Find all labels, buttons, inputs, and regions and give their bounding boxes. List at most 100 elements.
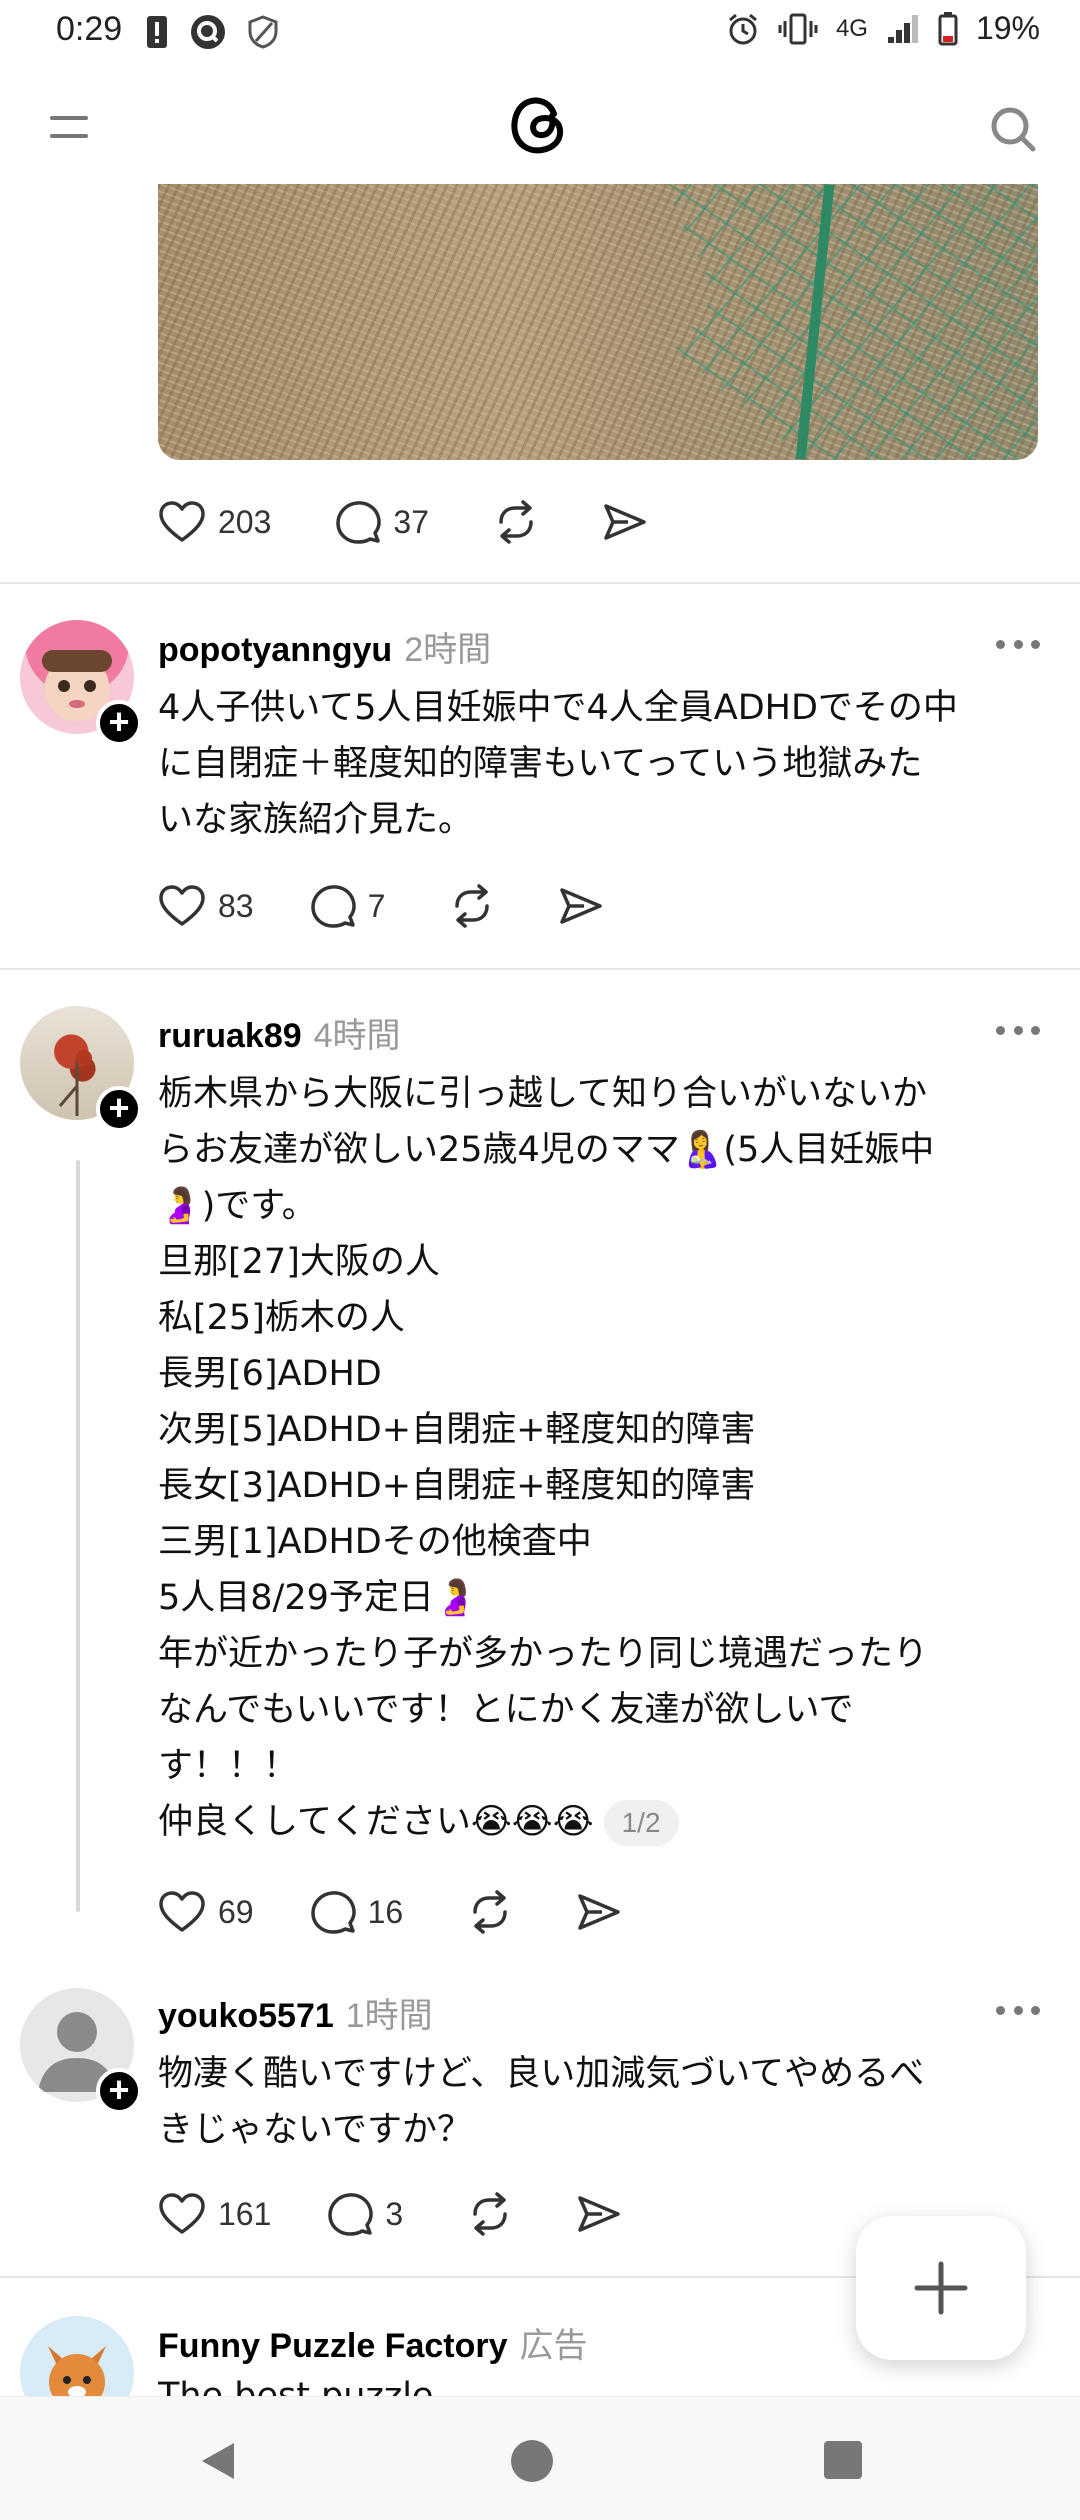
- post-header: popotyanngyu 2時間: [158, 622, 491, 671]
- repost-button[interactable]: [449, 884, 495, 928]
- post-text: The best puzzle ...: [158, 2376, 490, 2396]
- post-header: youko5571 1時間: [158, 1988, 433, 2037]
- more-options-icon[interactable]: [996, 1026, 1040, 1038]
- back-triangle-icon[interactable]: [196, 2439, 240, 2483]
- post-time: 2時間: [404, 631, 492, 669]
- repost-icon: [499, 500, 533, 544]
- username[interactable]: youko5571: [158, 1997, 334, 2035]
- repost-button[interactable]: [493, 500, 539, 544]
- post-body: 4人子供いて5人目妊娠中で4人全員ADHDでその中 に自閉症＋軽度知的障害もいて…: [158, 680, 1038, 848]
- vibrate-icon: [778, 13, 818, 44]
- post-actions: 203 37: [158, 500, 647, 544]
- follow-button[interactable]: +: [96, 700, 142, 746]
- post-line: 旦那[27]大阪の人: [158, 1242, 440, 1282]
- share-button[interactable]: [559, 886, 603, 926]
- repost-icon: [455, 884, 490, 928]
- post-actions: 69 16: [158, 1890, 621, 1934]
- threads-logo-icon[interactable]: [504, 88, 576, 160]
- home-circle-icon[interactable]: [508, 2437, 556, 2485]
- share-button[interactable]: [603, 502, 647, 542]
- post-line: 私[25]栃木の人: [158, 1298, 405, 1338]
- username[interactable]: popotyanngyu: [158, 631, 392, 669]
- plus-icon: [914, 2261, 968, 2315]
- username[interactable]: Funny Puzzle Factory: [158, 2327, 508, 2365]
- battery-level: 19%: [975, 10, 1040, 46]
- menu-icon[interactable]: [50, 116, 92, 140]
- heart-icon: [159, 501, 205, 542]
- send-icon: [578, 1894, 620, 1930]
- post-line: 年が近かったり子が多かったり同じ境遇だったり: [158, 1634, 929, 1674]
- signal-icon: [887, 14, 918, 43]
- reply-count: 37: [393, 503, 429, 540]
- status-left-icons: [146, 14, 278, 50]
- sim-alert-icon: [147, 16, 167, 48]
- follow-button[interactable]: +: [96, 1086, 142, 1132]
- post-last-line: 仲良くしてください😭😭😭 1/2: [158, 1794, 1038, 1850]
- net-pattern: [663, 184, 1038, 460]
- reply-button[interactable]: 37: [335, 500, 429, 544]
- status-time: 0:29: [56, 10, 123, 48]
- post-line: 仲良くしてください😭😭😭: [158, 1802, 594, 1842]
- like-count: 83: [218, 887, 254, 924]
- like-button[interactable]: 203: [158, 500, 271, 544]
- recents-square-icon[interactable]: [822, 2439, 864, 2481]
- post-body: The best puzzle ...: [158, 2368, 1038, 2396]
- like-count: 161: [218, 2195, 272, 2232]
- shield-icon: [248, 15, 278, 49]
- post-line: 三男[1]ADHDその他検査中: [158, 1522, 592, 1562]
- repost-button[interactable]: [467, 1890, 513, 1934]
- post-text: 4人子供いて5人目妊娠中で4人全員ADHDでその中 に自閉症＋軽度知的障害もいて…: [158, 688, 958, 840]
- post-time: 1時間: [345, 1997, 433, 2035]
- reply-count: 3: [385, 2195, 404, 2232]
- reply-count: 16: [367, 1893, 404, 1930]
- battery-icon: [938, 11, 958, 45]
- post-line: らお友達が欲しい25歳4児のママ🤱(5人目妊娠中: [158, 1130, 935, 1170]
- share-button[interactable]: [577, 2194, 621, 2234]
- username[interactable]: ruruak89: [158, 1017, 302, 1055]
- page-indicator[interactable]: 1/2: [603, 1800, 679, 1846]
- more-options-icon[interactable]: [996, 2006, 1040, 2018]
- thread-line: [76, 1160, 80, 1912]
- search-icon[interactable]: [988, 104, 1036, 152]
- comment-icon: [336, 501, 382, 544]
- divider: [0, 582, 1080, 584]
- compose-button[interactable]: [856, 2216, 1026, 2360]
- reply-button[interactable]: 3: [327, 2192, 403, 2236]
- post-actions: 83 7: [158, 884, 603, 928]
- send-icon: [604, 504, 646, 540]
- system-nav-bar: [0, 2396, 1080, 2520]
- post-text: 物凄く酷いですけど、良い加減気づいてやめるべ きじゃないですか？: [158, 2054, 925, 2150]
- ad-label: 広告: [519, 2327, 588, 2365]
- like-count: 69: [218, 1893, 254, 1930]
- repost-button[interactable]: [467, 2192, 513, 2236]
- network-type: 4G: [835, 14, 868, 42]
- post-body: 物凄く酷いですけど、良い加減気づいてやめるべ きじゃないですか？: [158, 2046, 1038, 2158]
- post-line: す！！！: [158, 1746, 299, 1786]
- share-button[interactable]: [577, 1892, 621, 1932]
- post-time: 4時間: [313, 1017, 401, 1055]
- reply-button[interactable]: 7: [310, 884, 385, 928]
- post-line: 🤰)です。: [158, 1186, 317, 1226]
- more-options-icon[interactable]: [996, 640, 1040, 652]
- like-button[interactable]: 83: [158, 884, 254, 928]
- status-right-icons: 4G 19%: [726, 10, 1040, 47]
- post-line: 5人目8/29予定日🤰: [158, 1578, 478, 1618]
- reply-button[interactable]: 16: [310, 1890, 404, 1934]
- post-body: 栃木県から大阪に引っ越して知り合いがいないか らお友達が欲しい25歳4児のママ🤱…: [158, 1066, 1038, 1850]
- repost-icon: [473, 2192, 507, 2236]
- follow-button[interactable]: +: [96, 2068, 142, 2114]
- post-line: なんでもいいです！とにかく友達が欲しいで: [158, 1690, 854, 1730]
- post-actions: 161 3: [158, 2192, 621, 2236]
- post-image[interactable]: [158, 184, 1038, 460]
- send-icon: [560, 888, 603, 924]
- post-line: 栃木県から大阪に引っ越して知り合いがいないか: [158, 1074, 927, 1114]
- comment-icon: [310, 1891, 356, 1934]
- comment-icon: [328, 2193, 374, 2236]
- post-line: 長女[3]ADHD+自閉症+軽度知的障害: [158, 1466, 756, 1506]
- app-header: [0, 64, 1080, 184]
- post-line: 長男[6]ADHD: [158, 1354, 382, 1394]
- post-line: 次男[5]ADHD+自閉症+軽度知的障害: [158, 1410, 756, 1450]
- like-button[interactable]: 161: [158, 2192, 271, 2236]
- like-button[interactable]: 69: [158, 1890, 254, 1934]
- send-icon: [578, 2196, 620, 2232]
